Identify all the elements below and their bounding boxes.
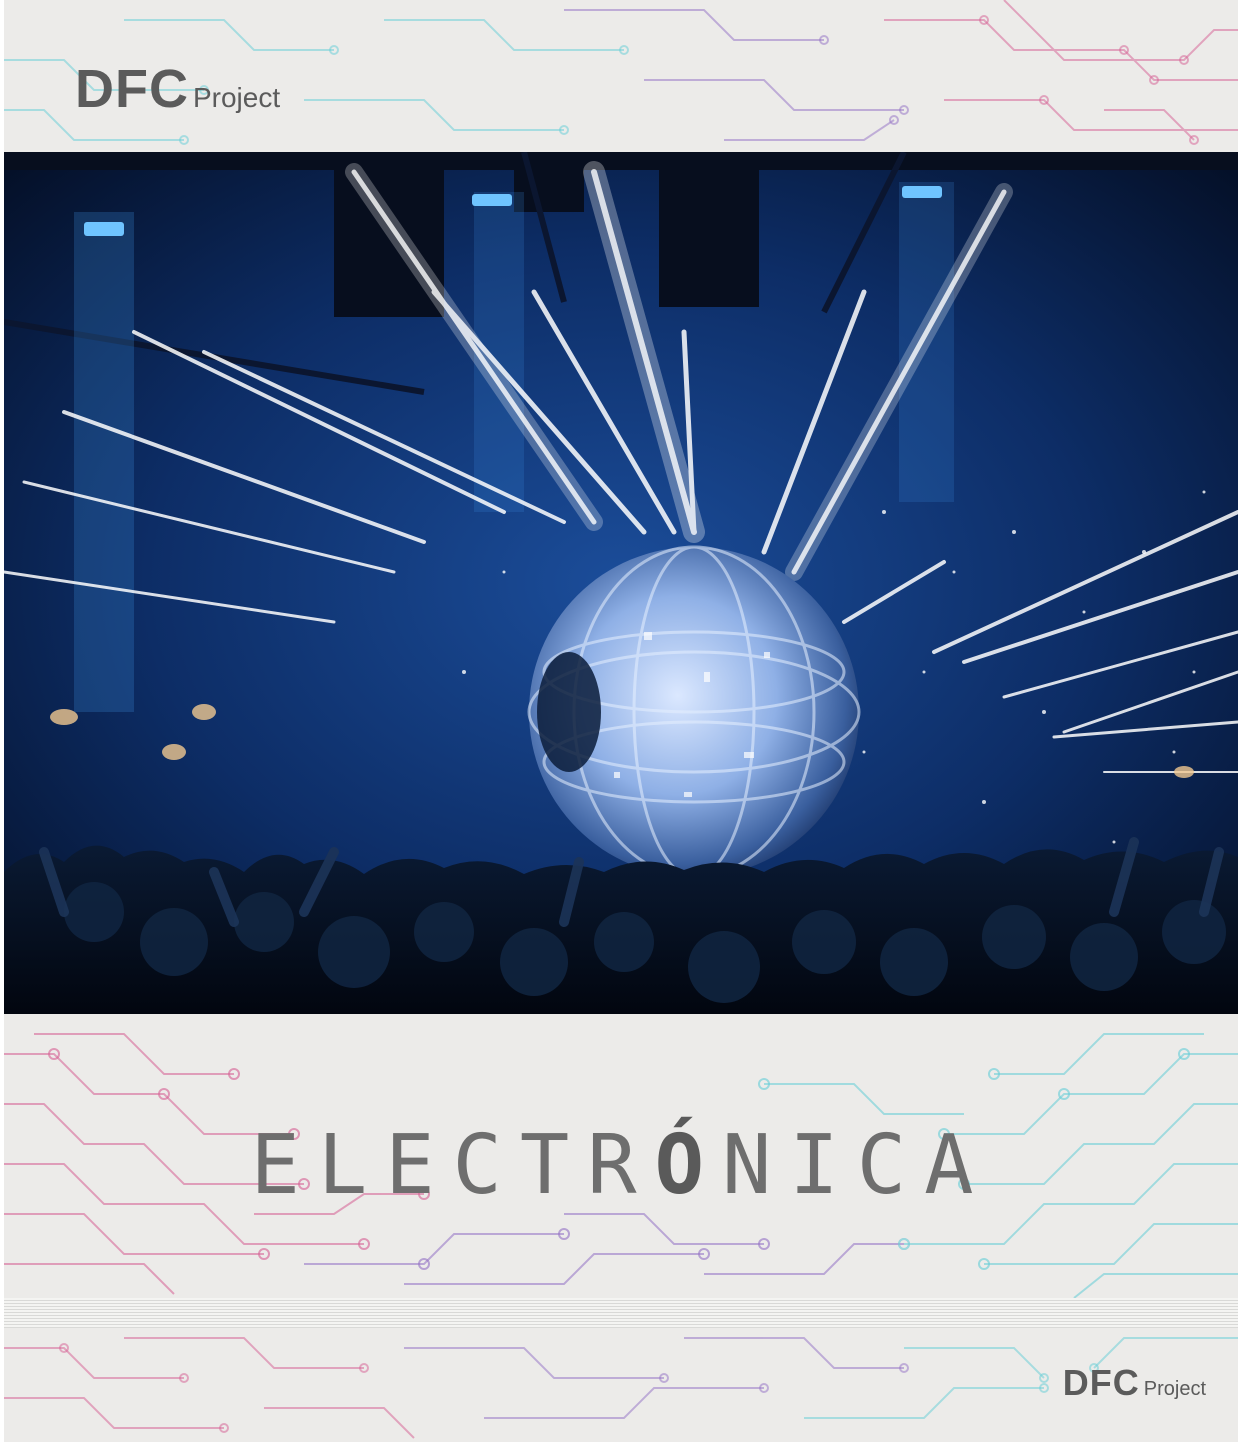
circuit-pattern-bottom (4, 1337, 1238, 1439)
title-part-2: NICA (722, 1118, 992, 1213)
title-part-1: ELECTR (250, 1118, 655, 1213)
concert-photo (4, 152, 1238, 1014)
divider-stripes (4, 1298, 1238, 1328)
bottom-banner (4, 1328, 1238, 1442)
title-accent-letter: Ó (654, 1118, 723, 1213)
logo-primary-text: DFC (1062, 1362, 1140, 1403)
logo-secondary-text: Project (1143, 1378, 1206, 1400)
album-cover: DFC Project ELECTRÓNICA DFC Project (0, 0, 1242, 1442)
album-title: ELECTRÓNICA (0, 1118, 1242, 1213)
footer-logo: DFC Project (1063, 1362, 1206, 1404)
header-logo: DFC Project (75, 58, 280, 120)
logo-secondary-text: Project (192, 82, 281, 113)
concert-scene-image (4, 152, 1238, 1014)
logo-primary-text: DFC (75, 59, 189, 119)
